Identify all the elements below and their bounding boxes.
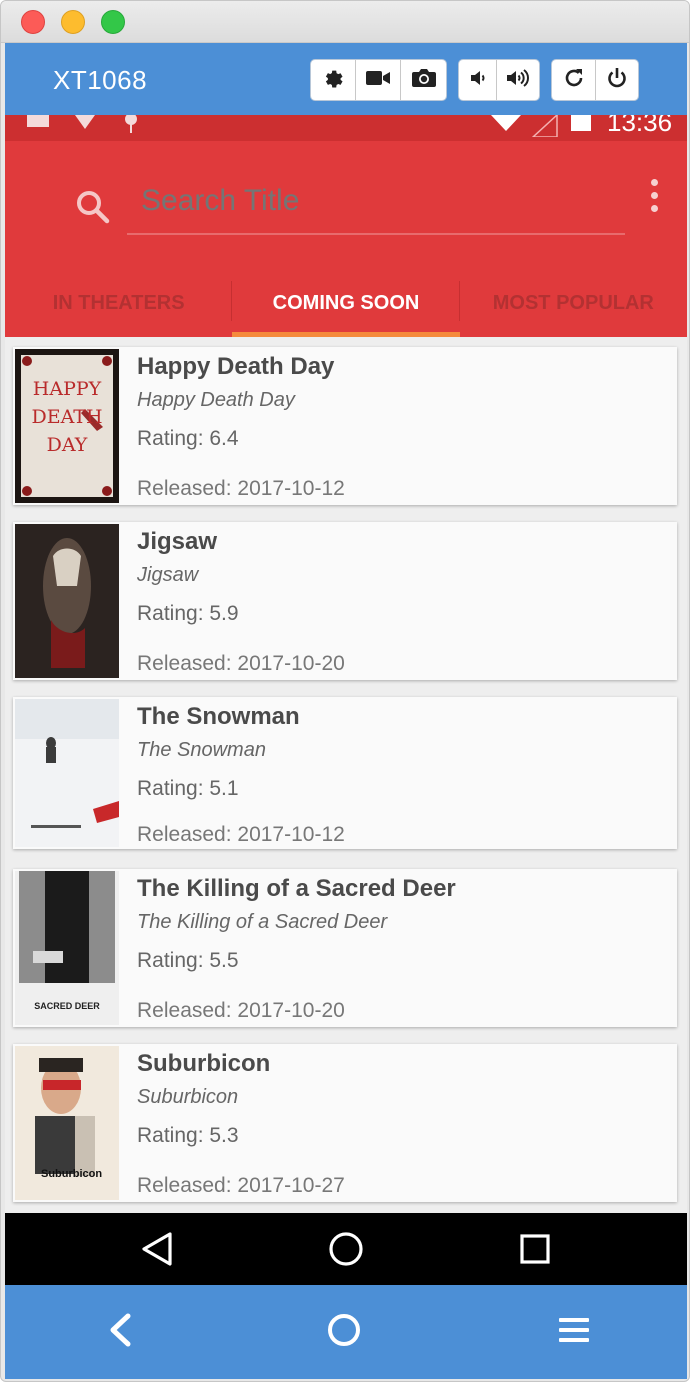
search-input[interactable] [141,179,621,223]
movie-rating: Rating: 5.3 [137,1124,239,1147]
tab-label: COMING SOON [272,291,420,314]
tab-label: MOST POPULAR [492,291,654,314]
movie-release-date: Released: 2017-10-20 [137,652,345,675]
emulator-menu-button[interactable] [551,1309,597,1355]
wifi-icon [491,115,521,138]
app-bar: IN THEATERS COMING SOON MOST POPULAR [5,141,687,337]
notification-square-icon [27,115,49,127]
movie-rating: Rating: 5.9 [137,602,239,625]
more-dot-icon [650,191,658,199]
home-circle-icon [328,1231,364,1272]
android-status-bar: 13:36 [5,115,687,141]
movie-title: Jigsaw [137,528,218,555]
record-video-button[interactable] [356,60,401,100]
movie-title: The Snowman [137,703,300,730]
movie-title: Suburbicon [137,1050,271,1077]
tab-label: IN THEATERS [52,291,185,314]
movie-poster [15,699,119,847]
android-home-button[interactable] [326,1231,366,1271]
movie-rating: Rating: 5.5 [137,949,239,972]
zoom-window-button[interactable] [101,10,125,34]
device-button-group [551,59,639,101]
menu-icon [557,1315,591,1350]
volume-down-button[interactable] [459,60,497,100]
movie-poster [15,524,119,678]
movie-release-date: Released: 2017-10-12 [137,823,345,846]
recents-square-icon [519,1233,551,1270]
gear-icon [322,67,344,94]
search-icon [75,189,111,230]
emulator-home-button[interactable] [321,1309,367,1355]
android-back-button[interactable] [137,1231,177,1271]
status-time: 13:36 [607,115,673,137]
movie-list: HAPPY DEATH DAY Happy Death Day Happy De… [5,337,687,1213]
movie-card[interactable]: The Snowman The Snowman Rating: 5.1 Rele… [13,697,677,849]
movie-title: The Killing of a Sacred Deer [137,875,456,902]
movie-release-date: Released: 2017-10-20 [137,999,345,1022]
capture-button-group [310,59,447,101]
circle-icon [326,1312,362,1353]
rotate-button[interactable] [552,60,596,100]
movie-original-title: The Killing of a Sacred Deer [137,911,388,933]
movie-card[interactable]: Jigsaw Jigsaw Rating: 5.9 Released: 2017… [13,522,677,680]
movie-poster: HAPPY DEATH DAY [15,349,119,503]
movie-poster: SACRED DEER [15,871,119,1025]
overflow-menu-button[interactable] [641,175,667,215]
rotate-icon [562,66,586,95]
play-store-icon [73,115,97,136]
screenshot-button[interactable] [401,60,446,100]
volume-up-button[interactable] [497,60,539,100]
movie-card[interactable]: HAPPY DEATH DAY Happy Death Day Happy De… [13,347,677,505]
poster-title-text: Suburbicon [41,1168,103,1180]
android-navigation-bar [5,1213,687,1285]
emulator-window: XT1068 13:36 Search Title IN THEATERS CO… [0,0,690,1382]
search-underline [127,233,625,235]
emulator-toolbar: XT1068 [5,43,687,115]
battery-charging-icon [571,115,591,131]
close-window-button[interactable] [21,10,45,34]
location-pin-icon [121,115,141,138]
tab-coming-soon[interactable]: COMING SOON [232,269,460,337]
volume-button-group [458,59,540,101]
android-recents-button[interactable] [515,1231,555,1271]
back-triangle-icon [140,1231,174,1272]
movie-poster: Suburbicon [15,1046,119,1200]
power-button[interactable] [596,60,638,100]
movie-rating: Rating: 6.4 [137,427,239,450]
settings-button[interactable] [311,60,356,100]
chevron-left-icon [106,1313,134,1352]
movie-release-date: Released: 2017-10-27 [137,1174,345,1197]
minimize-window-button[interactable] [61,10,85,34]
video-camera-icon [365,68,391,93]
volume-up-icon [505,68,531,93]
movie-original-title: The Snowman [137,739,266,761]
more-dot-icon [650,204,658,212]
movie-card[interactable]: SACRED DEER The Killing of a Sacred Deer… [13,869,677,1027]
emulator-bottom-controls [5,1285,687,1379]
power-icon [605,66,629,95]
movie-original-title: Happy Death Day [137,389,295,411]
tab-in-theaters[interactable]: IN THEATERS [5,269,233,337]
tab-most-popular[interactable]: MOST POPULAR [460,269,687,337]
movie-release-date: Released: 2017-10-12 [137,477,345,500]
window-titlebar [1,1,689,43]
more-dot-icon [650,178,658,186]
device-name: XT1068 [53,65,148,95]
emulator-back-button[interactable] [97,1309,143,1355]
tab-bar: IN THEATERS COMING SOON MOST POPULAR [5,269,687,337]
poster-title-text: HAPPY DEATH DAY [31,378,103,456]
movie-original-title: Suburbicon [137,1086,239,1108]
movie-rating: Rating: 5.1 [137,777,239,800]
phone-screen: 13:36 IN THEATERS COMIN [5,115,687,1285]
movie-title: Happy Death Day [137,353,335,380]
poster-title-text: SACRED DEER [34,1001,100,1011]
movie-card[interactable]: Suburbicon Suburbicon Suburbicon Rating:… [13,1044,677,1202]
volume-down-icon [469,68,487,93]
movie-original-title: Jigsaw [137,564,199,586]
cell-signal-icon [531,115,559,142]
camera-icon [411,67,437,94]
